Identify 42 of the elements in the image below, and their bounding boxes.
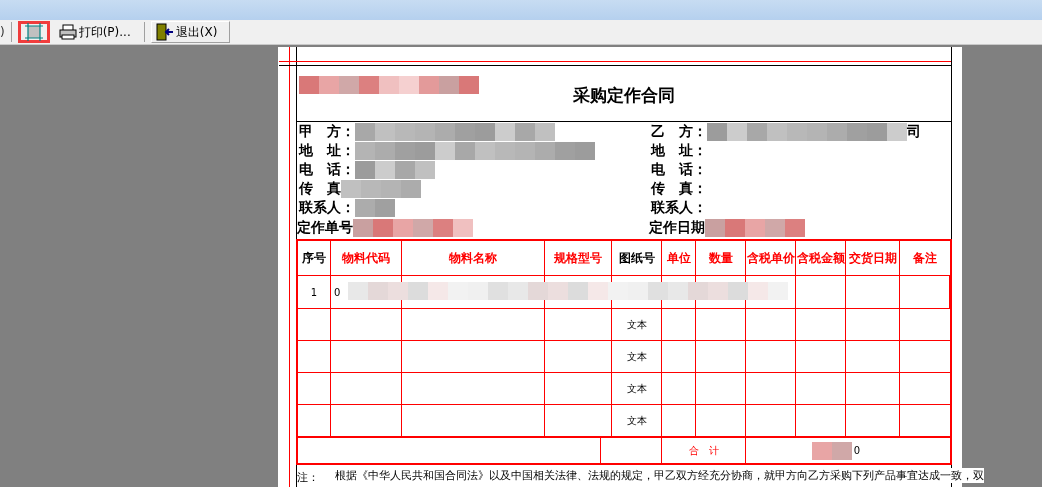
field-label: 定作单号 (297, 218, 353, 237)
column-header: 备注 (913, 249, 937, 267)
table-cell: 文本 (626, 381, 647, 396)
field-label: 地 址： (299, 141, 355, 160)
column-header: 序号 (302, 249, 326, 267)
field-label: 电 话： (299, 160, 355, 179)
document-title: 采购定作合同 (573, 84, 675, 107)
field-label: 传 真 (299, 180, 341, 199)
field-label: 地 址： (651, 141, 707, 160)
table-cell: 0 (334, 286, 341, 298)
column-header: 交货日期 (848, 249, 897, 267)
table-cell: 文本 (626, 349, 647, 364)
column-header: 单位 (666, 249, 691, 267)
exit-button[interactable]: 退出(X) (150, 21, 231, 43)
field-label: 联系人： (299, 199, 355, 218)
column-header: 物料名称 (449, 249, 497, 267)
column-header: 规格型号 (554, 249, 602, 267)
note-text: 根据《中华人民共和国合同法》以及中国相关法律、法规的规定，甲乙双方经充分协商，就甲方向乙方采购下列产品事宜达成一致，双 (335, 468, 984, 484)
column-header: 含税单价 (746, 249, 795, 267)
blurred-text (811, 441, 852, 460)
printer-icon (58, 24, 77, 40)
note-label: 注： (297, 470, 319, 486)
field-label: 定作日期 (649, 218, 705, 237)
column-header: 图纸号 (618, 249, 655, 267)
grid-button[interactable] (17, 21, 50, 43)
door-exit-icon (155, 23, 174, 41)
total-value: 0 (853, 445, 860, 457)
field-label: 联系人： (651, 199, 707, 218)
column-header: 数量 (708, 249, 733, 267)
toolbar-label: ) (0, 25, 5, 39)
field-label: 传 真： (651, 180, 707, 199)
field-label: 甲 方： (299, 122, 355, 141)
field-label: 电 话： (651, 160, 707, 179)
table-cell: 文本 (626, 413, 647, 428)
column-header: 物料代码 (342, 249, 390, 267)
table-cell: 文本 (626, 317, 647, 332)
table-cell: 1 (310, 286, 318, 298)
grid-icon (24, 23, 43, 41)
total-label: 合 计 (662, 438, 746, 464)
column-header: 含税金额 (796, 249, 845, 267)
field-value: 司 (907, 122, 921, 141)
field-label: 乙 方： (651, 122, 707, 141)
